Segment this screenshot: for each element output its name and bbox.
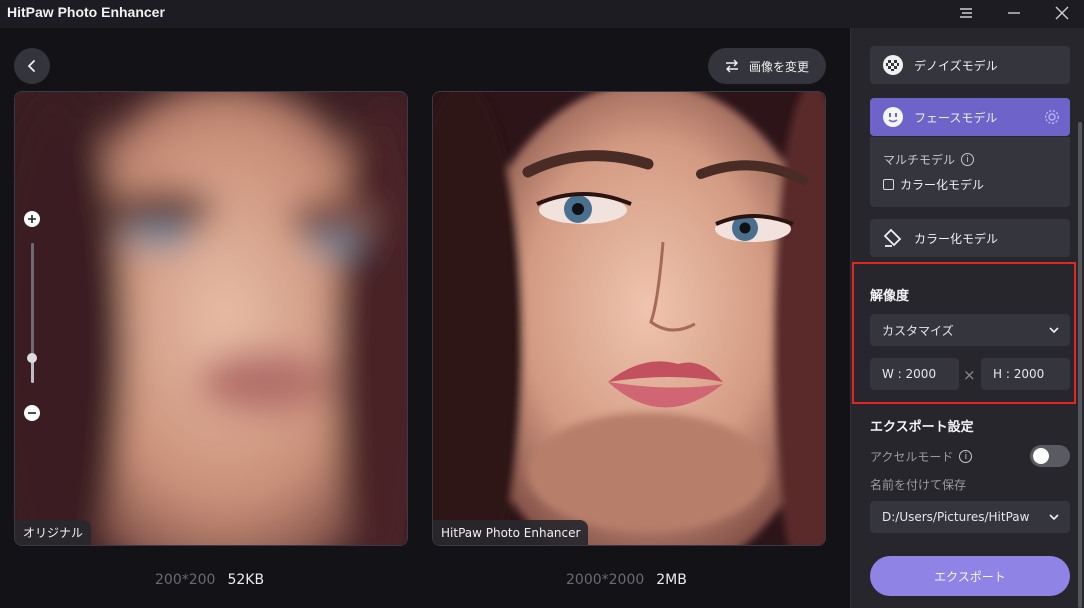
save-path-value: D:/Users/Pictures/HitPaw	[882, 510, 1030, 524]
export-button[interactable]: エクスポート	[870, 556, 1070, 596]
original-size: 52KB	[227, 572, 265, 588]
multi-model-label: マルチモデル	[883, 153, 956, 167]
resolution-value: カスタマイズ	[882, 323, 954, 338]
zoom-out-button[interactable]	[24, 405, 40, 421]
portrait-enhanced	[433, 92, 825, 545]
zoom-slider[interactable]	[24, 211, 40, 421]
width-input[interactable]: W : 2000	[870, 358, 959, 390]
multi-model-row: マルチモデル i	[883, 151, 975, 168]
enhanced-tag: HitPaw Photo Enhancer	[433, 520, 589, 545]
times-sign: ×	[963, 366, 976, 384]
enhanced-meta: 2000*2000 2MB	[566, 572, 687, 588]
colorize-checkbox[interactable]	[883, 179, 894, 190]
minus-icon	[28, 412, 36, 414]
accel-mode-label: アクセルモード	[870, 450, 954, 464]
plus-icon	[28, 215, 36, 223]
chevron-down-icon	[1049, 327, 1059, 334]
menu-icon[interactable]	[953, 2, 979, 24]
export-settings-title: エクスポート設定	[870, 420, 974, 435]
zoom-thumb[interactable]	[27, 352, 37, 363]
enhanced-image: HitPaw Photo Enhancer	[432, 91, 826, 546]
close-icon[interactable]	[1049, 2, 1075, 24]
face-model-button[interactable]: フェースモデル	[870, 98, 1070, 136]
resolution-title: 解像度	[870, 289, 910, 304]
title-bar: HitPaw Photo Enhancer	[0, 0, 1084, 28]
change-image-button[interactable]: 画像を変更	[708, 48, 826, 84]
denoise-model-label: デノイズモデル	[914, 58, 998, 73]
info-icon[interactable]: i	[961, 153, 975, 166]
accel-mode-row: アクセルモード i	[870, 448, 973, 465]
colorize-checkbox-label: カラー化モデル	[900, 178, 985, 192]
panel-scrollbar[interactable]	[1078, 122, 1082, 608]
minimize-icon[interactable]	[1001, 2, 1027, 24]
app-title: HitPaw Photo Enhancer	[7, 4, 165, 20]
save-path-select[interactable]: D:/Users/Pictures/HitPaw	[870, 501, 1070, 533]
denoise-icon	[882, 54, 904, 76]
resolution-select[interactable]: カスタマイズ	[870, 314, 1070, 346]
colorize-model-label: カラー化モデル	[914, 231, 999, 246]
info-icon[interactable]: i	[959, 450, 973, 463]
chevron-left-icon	[27, 60, 35, 72]
zoom-in-button[interactable]	[24, 211, 40, 227]
colorize-model-button[interactable]: カラー化モデル	[870, 219, 1070, 257]
original-image: オリジナル	[14, 91, 408, 546]
original-meta: 200*200 52KB	[155, 572, 264, 588]
accel-mode-toggle[interactable]	[1030, 445, 1070, 467]
multi-model-box	[870, 137, 1070, 207]
save-as-label: 名前を付けて保存	[870, 478, 967, 492]
swap-icon	[726, 59, 738, 73]
face-model-label: フェースモデル	[914, 110, 998, 125]
enhanced-size: 2MB	[656, 572, 687, 588]
chevron-down-icon	[1049, 514, 1059, 521]
preview-canvas: 画像を変更 オリジナル HitPaw Photo Enhancer 200*20…	[0, 28, 850, 608]
original-tag: オリジナル	[15, 520, 92, 545]
original-dimensions: 200*200	[155, 572, 216, 588]
colorize-checkbox-row[interactable]: カラー化モデル	[883, 176, 984, 193]
paint-bucket-icon	[882, 227, 904, 249]
height-input[interactable]: H : 2000	[981, 358, 1070, 390]
denoise-model-button[interactable]: デノイズモデル	[870, 46, 1070, 84]
portrait-blurred	[15, 92, 407, 545]
toggle-knob	[1033, 448, 1049, 464]
back-button[interactable]	[14, 48, 50, 84]
enhanced-dimensions: 2000*2000	[566, 572, 645, 588]
change-image-label: 画像を変更	[749, 59, 810, 74]
face-icon	[882, 106, 904, 128]
gear-icon[interactable]	[1044, 109, 1060, 125]
